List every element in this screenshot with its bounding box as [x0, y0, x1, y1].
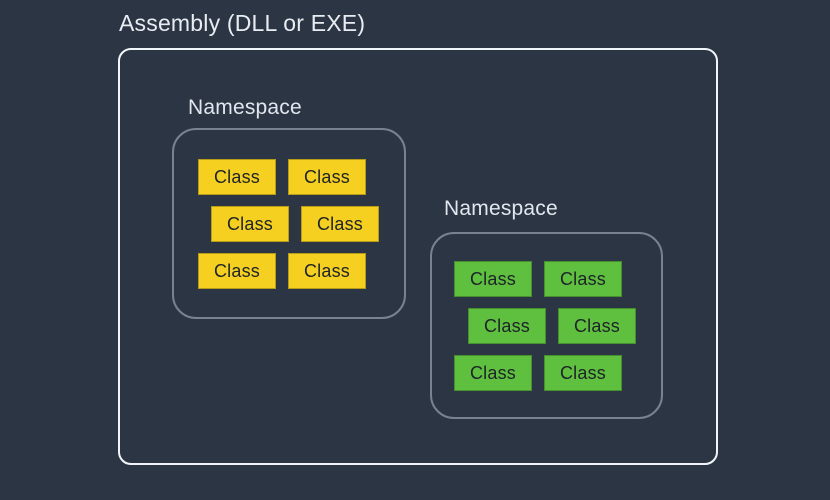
class-box: Class: [544, 261, 622, 297]
namespace-1-label: Namespace: [188, 96, 302, 119]
diagram-canvas: Assembly (DLL or EXE) Namespace Class Cl…: [0, 0, 830, 500]
class-box: Class: [544, 355, 622, 391]
namespace-2-label: Namespace: [444, 197, 558, 220]
class-box: Class: [454, 355, 532, 391]
class-box: Class: [558, 308, 636, 344]
class-box: Class: [288, 159, 366, 195]
class-box: Class: [211, 206, 289, 242]
class-box: Class: [468, 308, 546, 344]
class-box: Class: [454, 261, 532, 297]
class-box: Class: [301, 206, 379, 242]
class-box: Class: [198, 159, 276, 195]
class-box: Class: [198, 253, 276, 289]
assembly-title: Assembly (DLL or EXE): [119, 10, 366, 36]
class-box: Class: [288, 253, 366, 289]
